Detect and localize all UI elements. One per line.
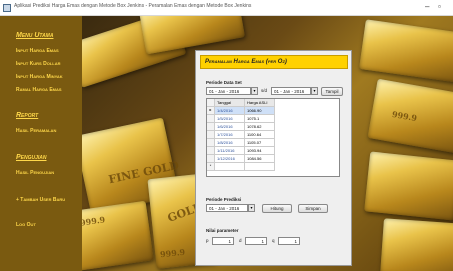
q-input[interactable]: 1 (278, 237, 300, 245)
sidebar-item-hasil-pengujian[interactable]: Hasil Pengujian (16, 170, 54, 176)
table-row[interactable]: 1/8/2016 1105.07 (207, 139, 339, 147)
table-row[interactable]: 1/12/2016 1084.56 (207, 155, 339, 163)
pengujian-heading: Pengujian (16, 154, 47, 161)
value-cell[interactable]: 1100.64 (245, 131, 275, 139)
window-titlebar: Aplikasi Prediksi Harga Emas dengan Meto… (0, 0, 453, 16)
nilai-parameter-label: Nilai parameter (206, 228, 239, 233)
sidebar-item-input-harga-emas[interactable]: Input Harga Emas (16, 48, 59, 54)
table-row[interactable]: 1/11/2016 1093.94 (207, 147, 339, 155)
header-tanggal: Tanggal (215, 99, 245, 107)
hitung-button[interactable]: Hitung (262, 203, 292, 213)
value-cell[interactable]: 1066.90 (245, 107, 275, 115)
value-cell[interactable]: 1075.1 (245, 115, 275, 123)
prediksi-calendar-icon[interactable]: ▾ (248, 204, 255, 212)
sidebar-item-input-harga-minyak[interactable]: Input Harga Minyak (16, 74, 63, 80)
sidebar-item-input-kurs-dollar[interactable]: Input Kurs Dollar (16, 61, 61, 67)
report-heading: Report (16, 112, 39, 119)
sidebar-item-hasil-peramalan[interactable]: Hasil Peramalan (16, 128, 56, 134)
date-cell[interactable]: 1/5/2016 (215, 115, 245, 123)
date-cell[interactable]: 1/6/2016 (215, 123, 245, 131)
date-cell[interactable]: 1/8/2016 (215, 139, 245, 147)
minimize-icon[interactable]: – (425, 2, 429, 11)
tampil-button[interactable]: Tampil (321, 86, 343, 96)
date-cell[interactable]: 1/12/2016 (215, 155, 245, 163)
p-input[interactable]: 1 (212, 237, 234, 245)
date-to-calendar-icon[interactable]: ▾ (311, 87, 318, 95)
panel-title: Peramalan Harga Emas (per Oz) (200, 55, 348, 69)
data-table: Tanggal Harga ASLI ▸ 1/4/2016 1066.90 1/… (206, 98, 340, 177)
table-header: Tanggal Harga ASLI (207, 99, 339, 107)
window-title: Aplikasi Prediksi Harga Emas dengan Meto… (14, 3, 252, 9)
date-cell[interactable]: 1/4/2016 (215, 107, 245, 115)
forecast-panel: Peramalan Harga Emas (per Oz) Periode Da… (195, 50, 352, 266)
periode-prediksi-label: Periode Prediksi (206, 197, 242, 202)
table-row[interactable]: ▸ 1/4/2016 1066.90 (207, 107, 339, 115)
to-label: s/d (261, 88, 268, 93)
value-cell[interactable]: 1084.56 (245, 155, 275, 163)
value-cell[interactable]: 1093.94 (245, 147, 275, 155)
value-cell[interactable]: 1105.07 (245, 139, 275, 147)
sidebar: Menu Utama Input Harga Emas Input Kurs D… (0, 16, 82, 271)
app-icon (3, 4, 11, 12)
periode-data-set-label: Periode Data Set (206, 80, 242, 85)
d-input[interactable]: 1 (245, 237, 267, 245)
table-row[interactable]: 1/6/2016 1078.62 (207, 123, 339, 131)
maximize-icon[interactable]: ▫ (438, 2, 441, 11)
table-new-row[interactable]: * (207, 163, 339, 171)
simpan-button[interactable]: Simpan (298, 203, 328, 213)
d-label: d (239, 238, 242, 243)
header-harga: Harga ASLI (245, 99, 275, 107)
table-row[interactable]: 1/5/2016 1075.1 (207, 115, 339, 123)
table-row[interactable]: 1/7/2016 1100.64 (207, 131, 339, 139)
menu-utama-heading: Menu Utama (16, 32, 54, 39)
prediksi-date-field[interactable]: 01 - Jan - 2016 (206, 204, 248, 212)
date-cell[interactable]: 1/7/2016 (215, 131, 245, 139)
value-cell[interactable]: 1078.62 (245, 123, 275, 131)
date-from-field[interactable]: 01 - Jan - 2016 (206, 87, 251, 95)
p-label: p (206, 238, 209, 243)
date-cell[interactable]: 1/11/2016 (215, 147, 245, 155)
sidebar-item-ramal-harga-emas[interactable]: Ramal Harga Emas (16, 87, 62, 93)
sidebar-item-logout[interactable]: Log Out (16, 222, 36, 228)
q-label: q (272, 238, 275, 243)
sidebar-item-tambah-user[interactable]: + Tambah User Baru (16, 197, 65, 203)
new-row-marker: * (207, 163, 215, 171)
date-from-calendar-icon[interactable]: ▾ (251, 87, 258, 95)
row-pointer-icon: ▸ (207, 107, 215, 115)
date-to-field[interactable]: 01 - Jan - 2016 (271, 87, 311, 95)
